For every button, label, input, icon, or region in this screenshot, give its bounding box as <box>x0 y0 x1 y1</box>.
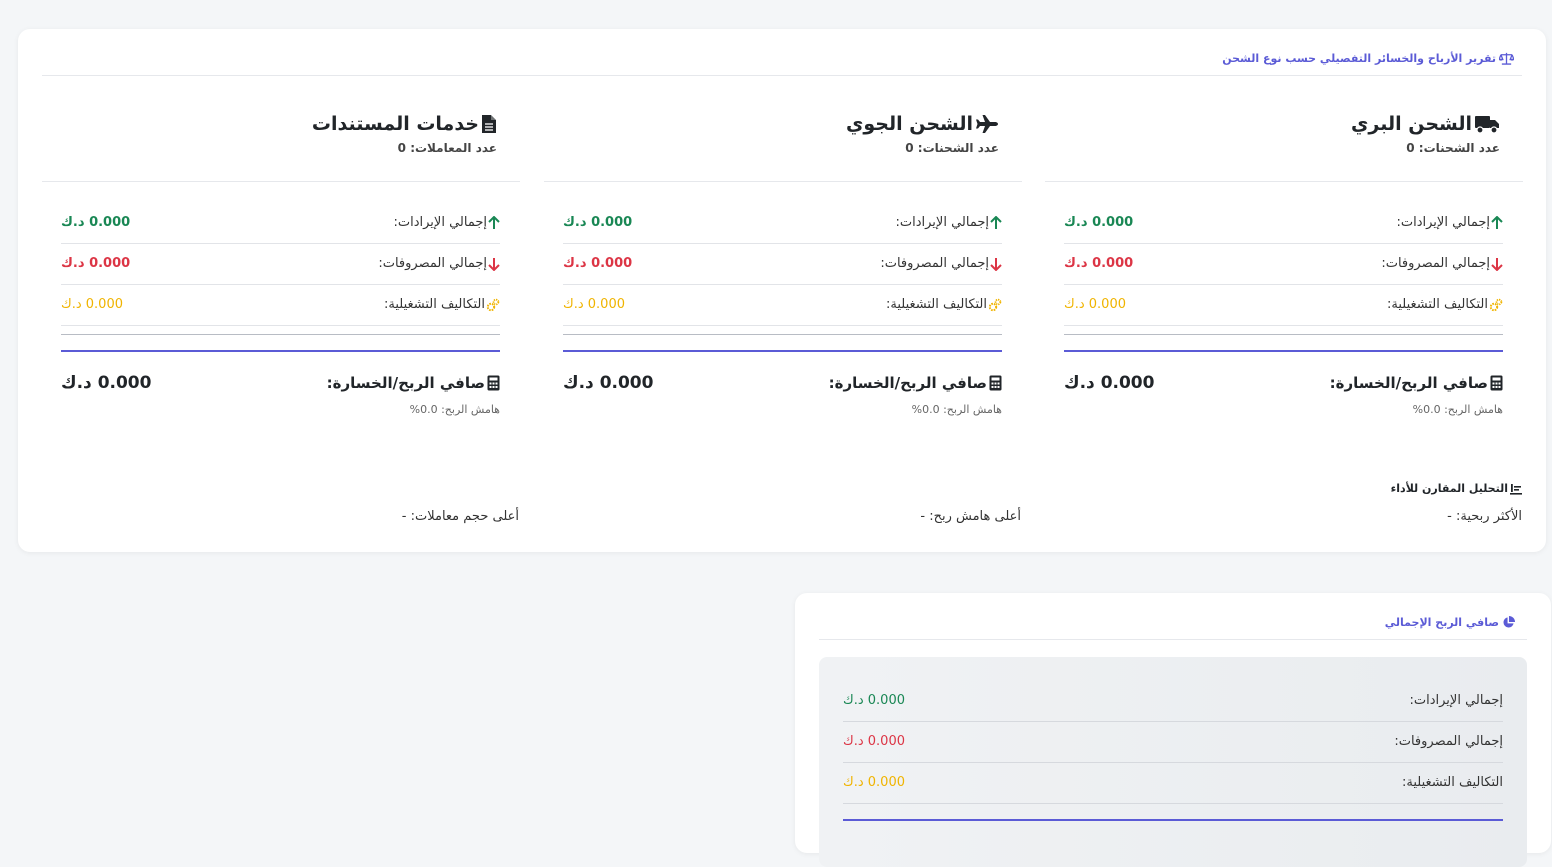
column-air-shipping: الشحن الجوي عدد الشحنات: 0 إجمالي الإيرا… <box>544 29 1022 459</box>
gears-icon <box>988 298 1002 312</box>
expenses-value: 0.000 د.ك <box>1064 256 1134 271</box>
net-value: 0.000 د.ك <box>61 373 152 393</box>
column-title: خدمات المستندات <box>312 113 497 135</box>
shipment-count: عدد الشحنات: 0 <box>1406 141 1500 155</box>
net-value: 0.000 د.ك <box>1064 373 1155 393</box>
revenue-row: إجمالي الإيرادات: 0.000 د.ك <box>563 202 1002 244</box>
arrow-down-icon <box>990 257 1002 271</box>
revenue-row: إجمالي الإيرادات: 0.000 د.ك <box>1064 202 1503 244</box>
opcost-row: التكاليف التشغيلية: 0.000 د.ك <box>1064 284 1503 326</box>
pie-chart-icon <box>1502 616 1515 629</box>
document-icon <box>481 114 497 134</box>
arrow-down-icon <box>488 257 500 271</box>
accent-line <box>61 350 500 352</box>
summary-revenue-value: 0.000 د.ك <box>843 693 905 708</box>
gears-icon <box>1489 298 1503 312</box>
revenue-row: إجمالي الإيرادات: 0.000 د.ك <box>61 202 500 244</box>
divider-line <box>1064 334 1503 335</box>
calculator-icon <box>487 375 500 391</box>
opcost-row: التكاليف التشغيلية: 0.000 د.ك <box>61 284 500 326</box>
summary-expenses-label: إجمالي المصروفات: <box>1394 734 1503 749</box>
profit-margin: هامش الربح: 0.0% <box>911 403 1002 416</box>
truck-icon <box>1474 114 1500 134</box>
divider-line <box>61 334 500 335</box>
summary-divider <box>819 639 1527 640</box>
bar-chart-icon <box>1510 483 1522 495</box>
arrow-up-icon <box>488 215 500 230</box>
summary-accent-line <box>843 819 1503 821</box>
profit-margin: هامش الربح: 0.0% <box>1412 403 1503 416</box>
column-document-services: خدمات المستندات عدد المعاملات: 0 إجمالي … <box>42 29 520 459</box>
expenses-row: إجمالي المصروفات: 0.000 د.ك <box>61 243 500 285</box>
summary-opcost-value: 0.000 د.ك <box>843 775 905 790</box>
expenses-value: 0.000 د.ك <box>563 256 633 271</box>
arrow-up-icon <box>990 215 1002 230</box>
summary-title: صافي الربح الإجمالي <box>1384 616 1499 629</box>
expenses-value: 0.000 د.ك <box>61 256 131 271</box>
summary-expenses-value: 0.000 د.ك <box>843 734 905 749</box>
summary-box: إجمالي الإيرادات: 0.000 د.ك إجمالي المصر… <box>819 657 1527 867</box>
gears-icon <box>486 298 500 312</box>
arrow-up-icon <box>1491 215 1503 230</box>
summary-revenue-label: إجمالي الإيرادات: <box>1409 693 1503 708</box>
opcost-value: 0.000 د.ك <box>61 297 123 312</box>
expenses-row: إجمالي المصروفات: 0.000 د.ك <box>1064 243 1503 285</box>
column-divider <box>1045 181 1523 182</box>
highest-margin: أعلى هامش ربح: - <box>920 509 1021 524</box>
divider-line <box>563 334 1002 335</box>
transaction-count: عدد المعاملات: 0 <box>397 141 497 155</box>
column-divider <box>544 181 1022 182</box>
summary-expenses-row: إجمالي المصروفات: 0.000 د.ك <box>843 721 1503 763</box>
comparison-heading: التحليل المقارن للأداء <box>1391 482 1522 495</box>
plane-icon <box>975 114 999 134</box>
shipment-count: عدد الشحنات: 0 <box>905 141 999 155</box>
net-row: صافي الربح/الخسارة: 0.000 د.ك <box>563 371 1002 395</box>
column-land-shipping: الشحن البري عدد الشحنات: 0 إجمالي الإيرا… <box>1045 29 1523 459</box>
net-row: صافي الربح/الخسارة: 0.000 د.ك <box>61 371 500 395</box>
column-title: الشحن الجوي <box>846 113 999 135</box>
calculator-icon <box>989 375 1002 391</box>
opcost-value: 0.000 د.ك <box>563 297 625 312</box>
accent-line <box>1064 350 1503 352</box>
column-title: الشحن البري <box>1351 113 1500 135</box>
highest-volume: أعلى حجم معاملات: - <box>401 509 519 524</box>
arrow-down-icon <box>1491 257 1503 271</box>
revenue-value: 0.000 د.ك <box>1064 215 1134 230</box>
opcost-row: التكاليف التشغيلية: 0.000 د.ك <box>563 284 1002 326</box>
revenue-value: 0.000 د.ك <box>61 215 131 230</box>
summary-revenue-row: إجمالي الإيرادات: 0.000 د.ك <box>843 680 1503 722</box>
net-row: صافي الربح/الخسارة: 0.000 د.ك <box>1064 371 1503 395</box>
net-value: 0.000 د.ك <box>563 373 654 393</box>
revenue-value: 0.000 د.ك <box>563 215 633 230</box>
summary-header: صافي الربح الإجمالي <box>1385 616 1515 629</box>
accent-line <box>563 350 1002 352</box>
calculator-icon <box>1490 375 1503 391</box>
summary-opcost-label: التكاليف التشغيلية: <box>1402 775 1503 790</box>
expenses-row: إجمالي المصروفات: 0.000 د.ك <box>563 243 1002 285</box>
most-profitable: الأكثر ربحية: - <box>1447 509 1522 524</box>
column-divider <box>42 181 520 182</box>
total-net-profit-card: صافي الربح الإجمالي إجمالي الإيرادات: 0.… <box>795 593 1551 867</box>
summary-opcost-row: التكاليف التشغيلية: 0.000 د.ك <box>843 762 1503 804</box>
profit-margin: هامش الربح: 0.0% <box>409 403 500 416</box>
opcost-value: 0.000 د.ك <box>1064 297 1126 312</box>
pnl-report-card: تقرير الأرباح والخسائر التفصيلي حسب نوع … <box>18 29 1546 552</box>
